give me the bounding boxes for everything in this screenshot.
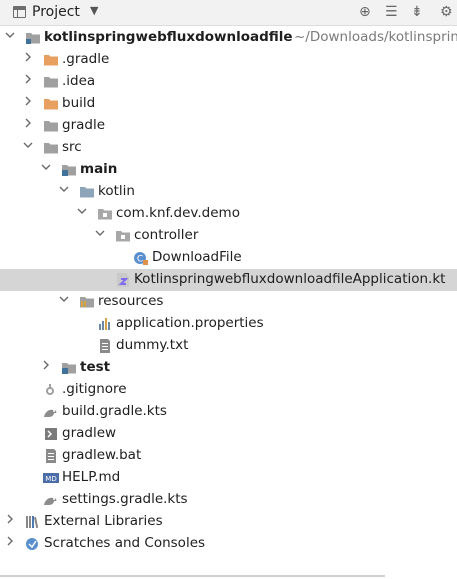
view-selector-chevron-icon[interactable]: ▼ xyxy=(90,4,98,17)
tree-node-label: .gitignore xyxy=(62,381,127,397)
collapse-all-icon[interactable]: ⇟ xyxy=(411,4,423,20)
svg-text:MD: MD xyxy=(45,475,56,483)
tree-node[interactable]: build.gradle.kts xyxy=(0,401,457,423)
tree-node-label: settings.gradle.kts xyxy=(62,491,188,507)
tree-node[interactable]: External Libraries xyxy=(0,511,457,533)
gradle-icon xyxy=(43,493,59,507)
kotlin-class-icon: C xyxy=(133,251,149,265)
project-toolbar: Project ▼ ⊕ ☰ ⇟ ⚙ xyxy=(0,0,457,26)
gray-folder-icon xyxy=(43,141,59,155)
chevron-right-icon[interactable] xyxy=(23,74,33,88)
orange-folder-icon xyxy=(43,97,59,111)
project-path: ~/Downloads/kotlinspring xyxy=(294,29,457,45)
gray-folder-icon xyxy=(43,119,59,133)
tree-node[interactable]: .idea xyxy=(0,71,457,93)
tree-node-label: com.knf.dev.demo xyxy=(116,205,240,221)
blue-folder-icon xyxy=(79,185,95,199)
properties-file-icon xyxy=(97,317,113,331)
chevron-right-icon[interactable] xyxy=(5,514,15,528)
settings-gear-icon[interactable]: ⚙ xyxy=(440,4,453,20)
text-file-icon xyxy=(43,449,59,463)
tree-node[interactable]: build xyxy=(0,93,457,115)
chevron-down-icon[interactable] xyxy=(95,228,105,242)
tree-node-label: controller xyxy=(134,227,199,243)
package-icon xyxy=(115,229,131,243)
chevron-down-icon[interactable] xyxy=(77,206,87,220)
locate-file-icon[interactable]: ⊕ xyxy=(359,4,371,20)
source-folder-icon xyxy=(61,163,77,177)
chevron-right-icon[interactable] xyxy=(23,52,33,66)
tree-node[interactable]: kotlin xyxy=(0,181,457,203)
tree-node-label: kotlinspringwebfluxdownloadfile xyxy=(44,29,293,45)
tree-node-label: gradle xyxy=(62,117,106,133)
tree-node[interactable]: application.properties xyxy=(0,313,457,335)
tree-node-label: Scratches and Consoles xyxy=(44,535,206,551)
tree-node-label: src xyxy=(62,139,82,155)
svg-text:C: C xyxy=(137,255,143,265)
gitignore-icon xyxy=(43,383,59,397)
tree-node-label: External Libraries xyxy=(44,513,163,529)
tree-node[interactable]: Scratches and Consoles xyxy=(0,533,457,555)
tree-node-label: main xyxy=(80,161,118,177)
chevron-down-icon[interactable] xyxy=(59,294,69,308)
tree-node[interactable]: KotlinspringwebfluxdownloadfileApplicati… xyxy=(0,269,457,291)
tree-node-label: .idea xyxy=(62,73,96,89)
tree-node-label: build.gradle.kts xyxy=(62,403,167,419)
tree-node[interactable]: resources xyxy=(0,291,457,313)
gradle-icon xyxy=(43,405,59,419)
tree-node-label: application.properties xyxy=(116,315,264,331)
chevron-down-icon[interactable] xyxy=(5,30,15,44)
text-file-icon xyxy=(97,339,113,353)
tree-node[interactable]: gradlew xyxy=(0,423,457,445)
expand-all-icon[interactable]: ☰ xyxy=(385,4,398,20)
tree-node[interactable]: kotlinspringwebfluxdownloadfile ~/Downloa… xyxy=(0,27,457,49)
tree-node-label: .gradle xyxy=(62,51,110,67)
markdown-icon: MD xyxy=(43,471,59,485)
tree-node[interactable]: controller xyxy=(0,225,457,247)
chevron-right-icon[interactable] xyxy=(5,536,15,550)
libraries-icon xyxy=(25,515,41,529)
tree-node-label: DownloadFile xyxy=(152,249,242,265)
package-icon xyxy=(97,207,113,221)
tree-node-label: gradlew.bat xyxy=(62,447,142,463)
chevron-right-icon[interactable] xyxy=(41,360,51,374)
resources-folder-icon xyxy=(79,295,95,309)
tree-node[interactable]: gradlew.bat xyxy=(0,445,457,467)
gray-folder-icon xyxy=(43,75,59,89)
terminal-file-icon xyxy=(43,427,59,441)
tree-node-label: kotlin xyxy=(98,183,135,199)
tree-node-label: gradlew xyxy=(62,425,117,441)
tree-node-label: HELP.md xyxy=(62,469,121,485)
project-view-title[interactable]: Project xyxy=(32,4,80,20)
tree-node-label: test xyxy=(80,359,111,375)
scratches-icon xyxy=(25,537,41,551)
tree-node[interactable]: .gitignore xyxy=(0,379,457,401)
chevron-down-icon[interactable] xyxy=(41,162,51,176)
tree-node-label: resources xyxy=(98,293,164,309)
tree-node[interactable]: src xyxy=(0,137,457,159)
chevron-down-icon[interactable] xyxy=(23,140,33,154)
tree-node[interactable]: settings.gradle.kts xyxy=(0,489,457,511)
source-folder-icon xyxy=(61,361,77,375)
tree-node-label: dummy.txt xyxy=(116,337,189,353)
chevron-right-icon[interactable] xyxy=(23,118,33,132)
chevron-down-icon[interactable] xyxy=(59,184,69,198)
tree-node[interactable]: main xyxy=(0,159,457,181)
tree-node[interactable]: .gradle xyxy=(0,49,457,71)
orange-folder-icon xyxy=(43,53,59,67)
tree-node-label: KotlinspringwebfluxdownloadfileApplicati… xyxy=(134,271,446,287)
tree-node-label: build xyxy=(62,95,96,111)
tree-node[interactable]: test xyxy=(0,357,457,379)
tree-node[interactable]: C DownloadFile xyxy=(0,247,457,269)
tree-node[interactable]: MD HELP.md xyxy=(0,467,457,489)
kotlin-file-icon xyxy=(115,273,131,287)
chevron-right-icon[interactable] xyxy=(23,96,33,110)
module-folder-icon xyxy=(25,31,41,45)
horizontal-scrollbar[interactable] xyxy=(0,575,385,577)
project-window-icon xyxy=(13,6,26,18)
tree-node[interactable]: gradle xyxy=(0,115,457,137)
tree-node[interactable]: dummy.txt xyxy=(0,335,457,357)
tree-node[interactable]: com.knf.dev.demo xyxy=(0,203,457,225)
